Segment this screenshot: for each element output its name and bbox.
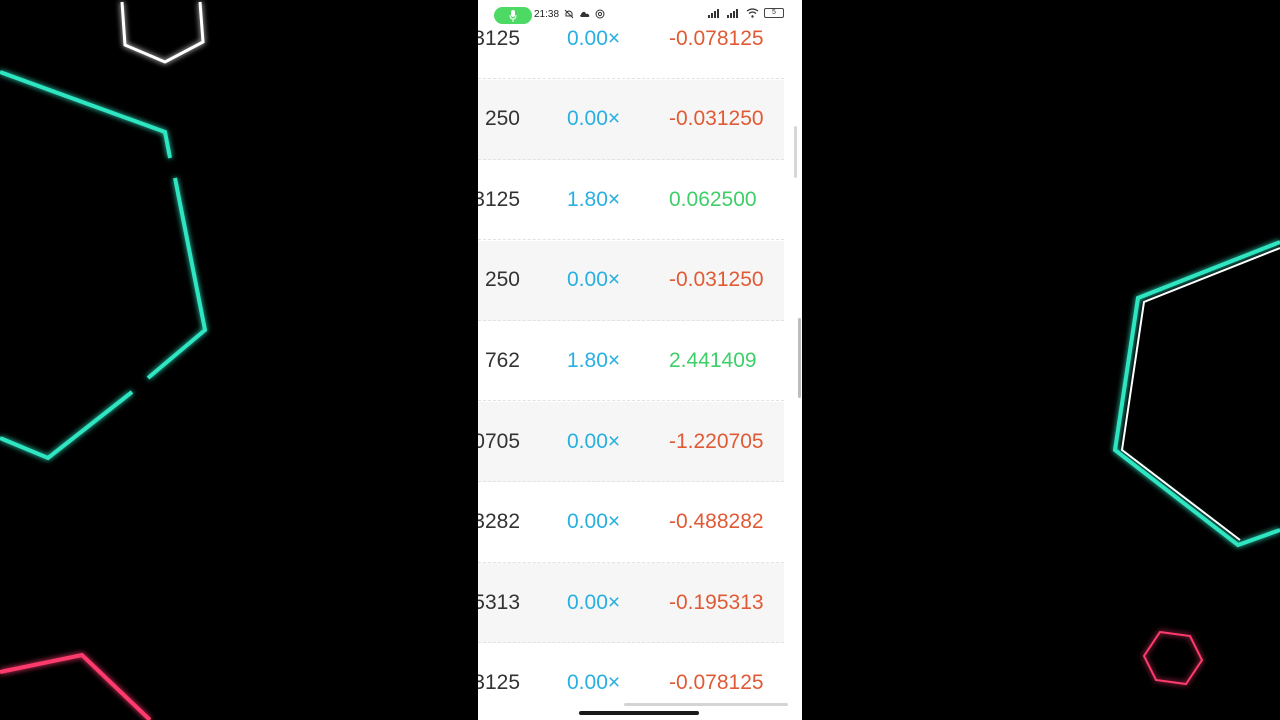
row-multiplier: 0.00×	[567, 590, 621, 614]
cloud-icon	[580, 11, 590, 17]
row-result: -0.031250	[669, 268, 764, 292]
wifi-icon	[746, 8, 759, 18]
list-item[interactable]: 0705 0.00× -1.220705	[478, 402, 784, 482]
row-result: -0.195313	[669, 590, 764, 614]
status-bar: 21:38 5	[478, 0, 802, 30]
row-multiplier: 0.00×	[567, 429, 621, 453]
vertical-scrollbar-thumb[interactable]	[794, 126, 797, 178]
list-item[interactable]: 3125 1.80× 0.062500	[478, 160, 784, 241]
row-multiplier: 0.00×	[567, 268, 621, 292]
row-multiplier: 0.00×	[567, 671, 621, 695]
at-icon	[595, 9, 605, 19]
hexagon-large-right	[1112, 240, 1280, 548]
row-multiplier: 1.80×	[567, 187, 621, 211]
row-value: 3282	[478, 510, 520, 534]
list-item[interactable]: 3282 0.00× -0.488282	[478, 482, 784, 563]
mic-active-indicator[interactable]	[494, 7, 532, 24]
horizontal-scrollbar[interactable]	[624, 703, 788, 706]
row-value: 3125	[478, 26, 520, 50]
home-indicator[interactable]	[579, 711, 699, 715]
hexagon-small-top-left	[120, 1, 205, 64]
hexagon-large-right-inner	[1120, 247, 1280, 541]
hexagon-large-left-segment	[146, 177, 208, 380]
row-result: -0.078125	[669, 26, 764, 50]
row-value: 762	[484, 348, 520, 372]
row-result: 0.062500	[669, 187, 757, 211]
row-multiplier: 0.00×	[567, 510, 621, 534]
status-time: 21:38	[534, 9, 560, 20]
list-item[interactable]: 250 0.00× -0.031250	[478, 240, 784, 321]
row-result: 2.441409	[669, 348, 757, 372]
status-icons-right: 5	[708, 8, 784, 18]
row-value: 3125	[478, 187, 520, 211]
list-item[interactable]: 250 0.00× -0.031250	[478, 79, 784, 160]
hexagon-large-left	[0, 70, 172, 159]
mic-icon	[509, 9, 517, 22]
row-result: -0.031250	[669, 107, 764, 131]
screen: 3125 0.00× -0.078125 250 0.00× -0.031250 3125 1…	[0, 0, 1280, 720]
phone-screen: 3125 0.00× -0.078125 250 0.00× -0.031250 3125 1…	[478, 0, 802, 720]
row-value: 3125	[478, 671, 520, 695]
hexagon-large-left-segment-2	[0, 390, 134, 461]
list-item[interactable]: 5313 0.00× -0.195313	[478, 563, 784, 644]
status-icons-left	[564, 9, 605, 19]
row-value: 250	[484, 107, 520, 131]
row-multiplier: 0.00×	[567, 26, 621, 50]
row-result: -1.220705	[669, 429, 764, 453]
hexagon-pink-bottom-left	[0, 652, 152, 720]
row-result: -0.078125	[669, 671, 764, 695]
list-item[interactable]: 762 1.80× 2.441409	[478, 321, 784, 402]
list-item[interactable]: 3125 0.00× -0.078125	[478, 643, 784, 720]
row-value: 5313	[478, 590, 520, 614]
row-result: -0.488282	[669, 510, 764, 534]
hexagon-small-pink-right	[1142, 630, 1204, 686]
mute-bell-icon	[564, 9, 574, 19]
battery-icon: 5	[764, 8, 784, 18]
signal-icon	[708, 8, 719, 18]
vertical-scrollbar-thumb-secondary[interactable]	[798, 318, 801, 398]
row-value: 250	[484, 268, 520, 292]
row-multiplier: 1.80×	[567, 348, 621, 372]
signal-icon-2	[727, 8, 738, 18]
row-value: 0705	[478, 429, 520, 453]
row-multiplier: 0.00×	[567, 107, 621, 131]
